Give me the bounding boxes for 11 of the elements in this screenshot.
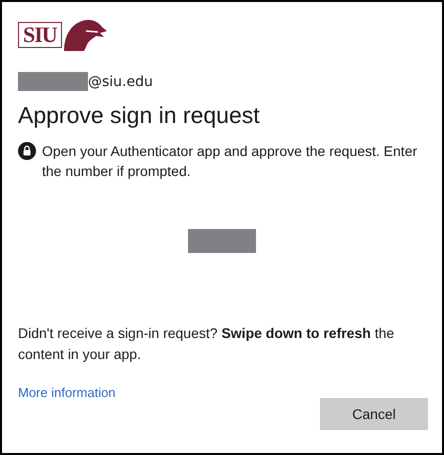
logo-text: SIU — [18, 22, 62, 48]
cancel-button[interactable]: Cancel — [320, 398, 428, 430]
lock-icon — [18, 142, 36, 160]
help-text: Didn't receive a sign-in request? Swipe down to refresh the content in your app. — [18, 324, 396, 364]
page-title: Approve sign in request — [18, 102, 261, 129]
redaction-bar — [188, 229, 256, 253]
more-information-link[interactable]: More information — [18, 385, 116, 400]
instruction-text: Open your Authenticator app and approve the request. Enter the number if prompted. — [42, 142, 418, 181]
email-text: @siu.edu — [88, 74, 153, 90]
redaction-bar — [18, 72, 88, 91]
mascot-icon — [62, 17, 108, 53]
